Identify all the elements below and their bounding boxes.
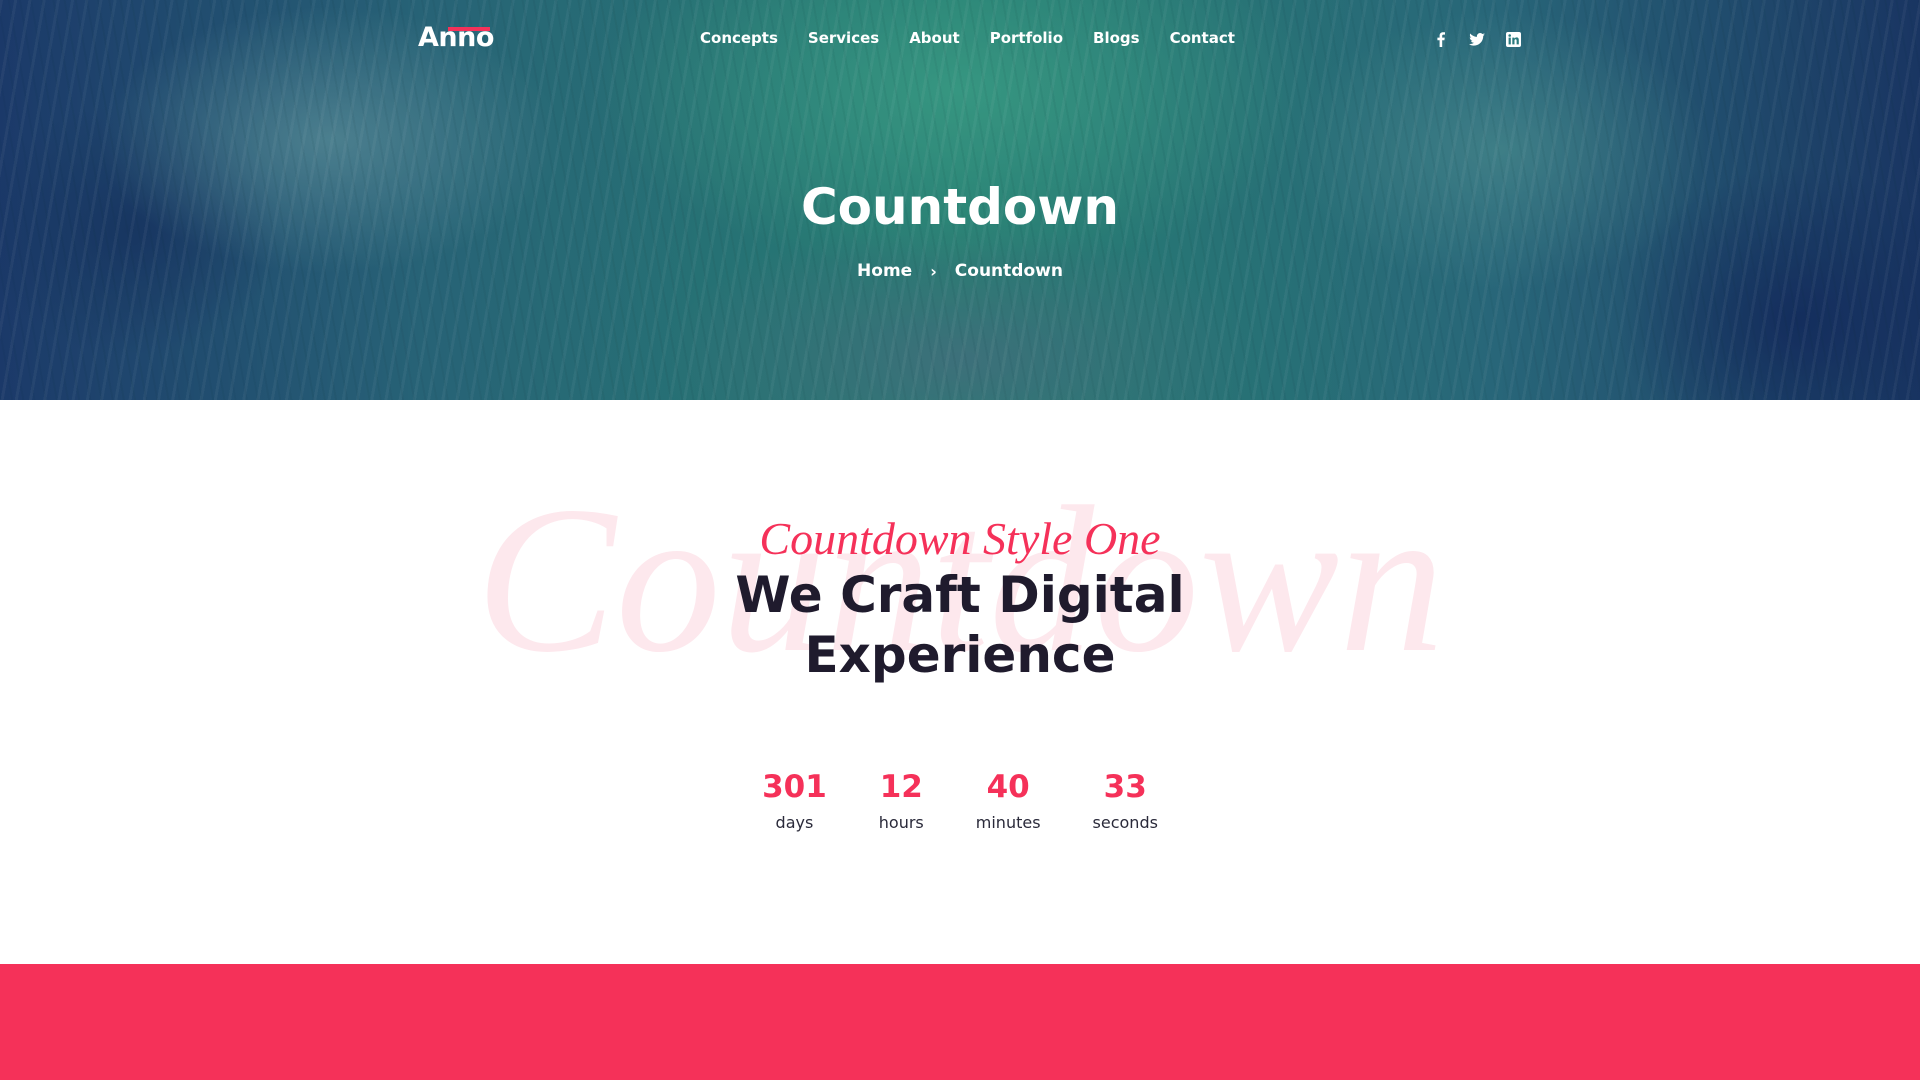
site-logo[interactable]: Anno xyxy=(418,22,494,53)
nav-item-about[interactable]: About xyxy=(909,29,960,47)
chevron-right-icon: › xyxy=(930,261,937,281)
footer-band xyxy=(0,964,1920,1080)
breadcrumb-current: Countdown xyxy=(954,261,1063,281)
section-subtitle: Countdown Style One xyxy=(759,513,1161,564)
twitter-icon[interactable] xyxy=(1468,30,1486,48)
countdown-hours: 12 hours xyxy=(879,767,924,833)
headline-line-2: Experience xyxy=(804,626,1116,684)
section-headline: We Craft Digital Experience xyxy=(660,565,1260,685)
nav-item-blogs[interactable]: Blogs xyxy=(1093,29,1140,47)
nav-item-portfolio[interactable]: Portfolio xyxy=(990,29,1063,47)
headline-line-1: We Craft Digital xyxy=(735,566,1185,624)
countdown-days-value: 301 xyxy=(762,769,827,805)
countdown-minutes: 40 minutes xyxy=(976,767,1041,833)
countdown-seconds-label: seconds xyxy=(1092,813,1158,832)
countdown-minutes-label: minutes xyxy=(975,813,1041,832)
nav-item-contact[interactable]: Contact xyxy=(1170,29,1235,47)
main-nav: Concepts Services About Portfolio Blogs … xyxy=(700,29,1235,47)
facebook-icon[interactable] xyxy=(1432,30,1450,48)
nav-item-services[interactable]: Services xyxy=(808,29,879,47)
breadcrumb: Home › Countdown xyxy=(0,261,1920,281)
countdown-days: 301 days xyxy=(762,767,827,833)
countdown-hours-value: 12 xyxy=(879,769,923,805)
nav-item-concepts[interactable]: Concepts xyxy=(700,29,778,47)
countdown-days-label: days xyxy=(775,813,814,832)
page-title: Countdown xyxy=(800,178,1120,236)
linkedin-icon[interactable] xyxy=(1504,30,1522,48)
countdown-hours-label: hours xyxy=(878,813,924,832)
countdown-seconds: 33 seconds xyxy=(1093,767,1158,833)
social-links xyxy=(1432,30,1522,48)
breadcrumb-home-link[interactable]: Home xyxy=(857,261,912,281)
countdown-seconds-value: 33 xyxy=(1103,769,1147,805)
hero-banner: Anno Concepts Services About Portfolio B… xyxy=(0,0,1920,400)
countdown-timer: 301 days 12 hours 40 minutes 33 seconds xyxy=(0,767,1920,833)
countdown-minutes-value: 40 xyxy=(986,769,1030,805)
